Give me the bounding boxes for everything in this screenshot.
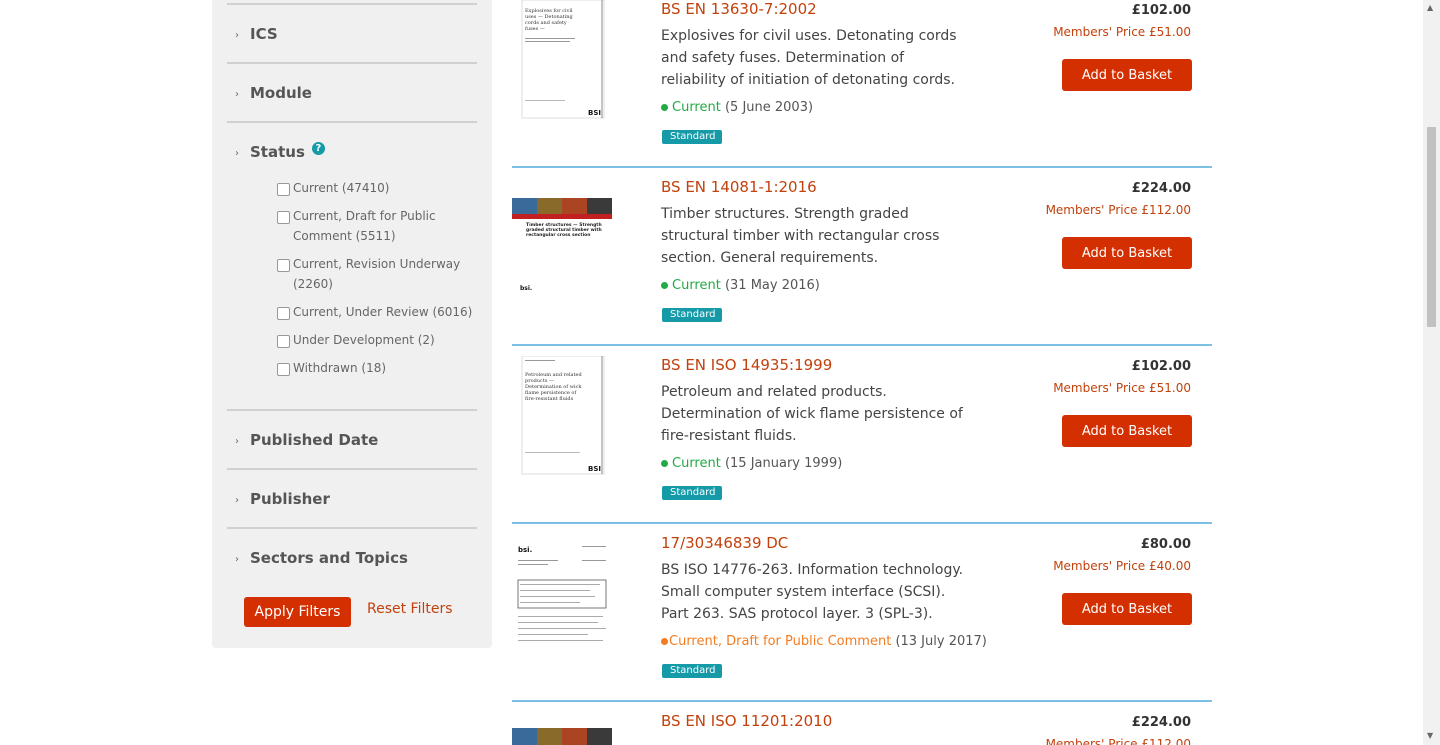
svg-text:BSI: BSI bbox=[588, 465, 601, 473]
result-item: BS EN ISO 11201:2010 £224.00 Members' Pr… bbox=[512, 700, 1212, 745]
result-description: Explosives for civil uses. Detonating co… bbox=[661, 28, 957, 88]
document-thumbnail[interactable] bbox=[512, 724, 612, 745]
result-item: bsi. 17/30346839 DC BS ISO 14776-263. In… bbox=[512, 522, 1212, 698]
status-option-label: Current, Revision Underway (2260) bbox=[293, 257, 461, 291]
status-option-label: Current, Under Review (6016) bbox=[293, 305, 473, 319]
standard-tag: Standard bbox=[662, 486, 722, 500]
result-item: Explosives for civil uses — Detonating c… bbox=[512, 0, 1212, 164]
document-thumbnail[interactable]: Explosives for civil uses — Detonating c… bbox=[512, 0, 612, 120]
filter-sidebar: › ICS › Module › Status ? Current (47410… bbox=[212, 0, 492, 648]
result-code-link[interactable]: BS EN ISO 11201:2010 bbox=[661, 712, 832, 730]
facet-published-date[interactable]: › Published Date bbox=[227, 409, 477, 469]
members-price: Members' Price £40.00 bbox=[1053, 559, 1191, 573]
svg-text:fire-resistant fluids: fire-resistant fluids bbox=[525, 396, 574, 402]
document-thumbnail[interactable]: Timber structures — Strength graded stru… bbox=[512, 190, 612, 310]
chevron-right-icon: › bbox=[235, 148, 239, 159]
facet-publisher[interactable]: › Publisher bbox=[227, 468, 477, 528]
result-code-link[interactable]: 17/30346839 DC bbox=[661, 534, 788, 552]
facet-title: Publisher bbox=[250, 490, 330, 508]
status-label: Current bbox=[672, 456, 721, 471]
facet-title: Status bbox=[250, 143, 305, 161]
facet-module[interactable]: › Module bbox=[227, 62, 477, 122]
status-dot-icon bbox=[661, 460, 668, 467]
checkbox[interactable] bbox=[277, 259, 290, 272]
status-dot-icon bbox=[661, 638, 668, 645]
checkbox[interactable] bbox=[277, 307, 290, 320]
result-code-link[interactable]: BS EN ISO 14935:1999 bbox=[661, 356, 832, 374]
reset-filters-link[interactable]: Reset Filters bbox=[367, 601, 453, 617]
add-to-basket-button[interactable]: Add to Basket bbox=[1062, 593, 1192, 625]
checkbox[interactable] bbox=[277, 211, 290, 224]
checkbox[interactable] bbox=[277, 363, 290, 376]
facet-title: Module bbox=[250, 84, 312, 102]
status-option-label: Current, Draft for Public Comment (5511) bbox=[293, 209, 436, 243]
svg-text:BSI: BSI bbox=[588, 109, 601, 117]
scroll-down-icon[interactable]: ▼ bbox=[1427, 731, 1433, 740]
status-option-label: Under Development (2) bbox=[293, 333, 435, 347]
chevron-right-icon: › bbox=[235, 554, 239, 565]
scrollbar-thumb[interactable] bbox=[1427, 127, 1436, 327]
vertical-scrollbar[interactable]: ▲ ▼ bbox=[1423, 0, 1440, 745]
result-item: Petroleum and related products — Determi… bbox=[512, 344, 1212, 520]
status-dot-icon bbox=[661, 282, 668, 289]
price: £102.00 bbox=[1131, 3, 1191, 18]
document-thumbnail[interactable]: bsi. bbox=[512, 536, 612, 656]
status-date: (15 January 1999) bbox=[724, 456, 843, 471]
standard-tag: Standard bbox=[662, 130, 722, 144]
result-description: Timber structures. Strength graded struc… bbox=[661, 206, 940, 266]
facet-title: Published Date bbox=[250, 431, 379, 449]
status-option-label: Current (47410) bbox=[293, 181, 390, 195]
result-code-link[interactable]: BS EN 13630-7:2002 bbox=[661, 0, 817, 18]
document-thumbnail[interactable]: Petroleum and related products — Determi… bbox=[512, 356, 612, 476]
facet-title: ICS bbox=[250, 25, 278, 43]
status-date: (31 May 2016) bbox=[724, 278, 820, 293]
checkbox[interactable] bbox=[277, 335, 290, 348]
status-dot-icon bbox=[661, 104, 668, 111]
svg-text:bsi.: bsi. bbox=[518, 546, 532, 554]
add-to-basket-button[interactable]: Add to Basket bbox=[1062, 59, 1192, 91]
result-item: Timber structures — Strength graded stru… bbox=[512, 166, 1212, 342]
status-label: Current, Draft for Public Comment bbox=[669, 634, 892, 649]
chevron-right-icon: › bbox=[235, 495, 239, 506]
members-price: Members' Price £112.00 bbox=[1045, 737, 1191, 745]
status-label: Current bbox=[672, 278, 721, 293]
svg-text:bsi.: bsi. bbox=[520, 285, 532, 292]
result-status: Current (5 June 2003) bbox=[661, 100, 813, 115]
apply-filters-button[interactable]: Apply Filters bbox=[244, 597, 351, 627]
svg-text:rectangular cross section: rectangular cross section bbox=[526, 232, 590, 238]
facet-ics[interactable]: › ICS bbox=[227, 3, 477, 63]
members-price: Members' Price £51.00 bbox=[1053, 25, 1191, 39]
svg-text:fuses —: fuses — bbox=[525, 26, 545, 32]
result-code-link[interactable]: BS EN 14081-1:2016 bbox=[661, 178, 817, 196]
result-status: Current, Draft for Public Comment (13 Ju… bbox=[661, 634, 987, 649]
checkbox[interactable] bbox=[277, 183, 290, 196]
members-price: Members' Price £51.00 bbox=[1053, 381, 1191, 395]
chevron-right-icon: › bbox=[235, 30, 239, 41]
chevron-right-icon: › bbox=[235, 436, 239, 447]
status-option-label: Withdrawn (18) bbox=[293, 361, 387, 375]
chevron-right-icon: › bbox=[235, 89, 239, 100]
scroll-up-icon[interactable]: ▲ bbox=[1427, 3, 1433, 12]
help-icon[interactable]: ? bbox=[311, 141, 325, 155]
result-status: Current (15 January 1999) bbox=[661, 456, 842, 471]
status-date: (13 July 2017) bbox=[895, 634, 987, 649]
facet-title: Sectors and Topics bbox=[250, 549, 408, 567]
result-status: Current (31 May 2016) bbox=[661, 278, 820, 293]
result-description: Petroleum and related products. Determin… bbox=[661, 384, 963, 444]
standard-tag: Standard bbox=[662, 308, 722, 322]
status-label: Current bbox=[672, 100, 721, 115]
add-to-basket-button[interactable]: Add to Basket bbox=[1062, 415, 1192, 447]
add-to-basket-button[interactable]: Add to Basket bbox=[1062, 237, 1192, 269]
result-description: BS ISO 14776-263. Information technology… bbox=[661, 562, 964, 622]
status-date: (5 June 2003) bbox=[724, 100, 814, 115]
price: £80.00 bbox=[1140, 537, 1191, 552]
members-price: Members' Price £112.00 bbox=[1045, 203, 1191, 217]
facet-sectors-topics[interactable]: › Sectors and Topics bbox=[227, 527, 477, 587]
standard-tag: Standard bbox=[662, 664, 722, 678]
price: £224.00 bbox=[1131, 715, 1191, 730]
price: £102.00 bbox=[1131, 359, 1191, 374]
price: £224.00 bbox=[1131, 181, 1191, 196]
